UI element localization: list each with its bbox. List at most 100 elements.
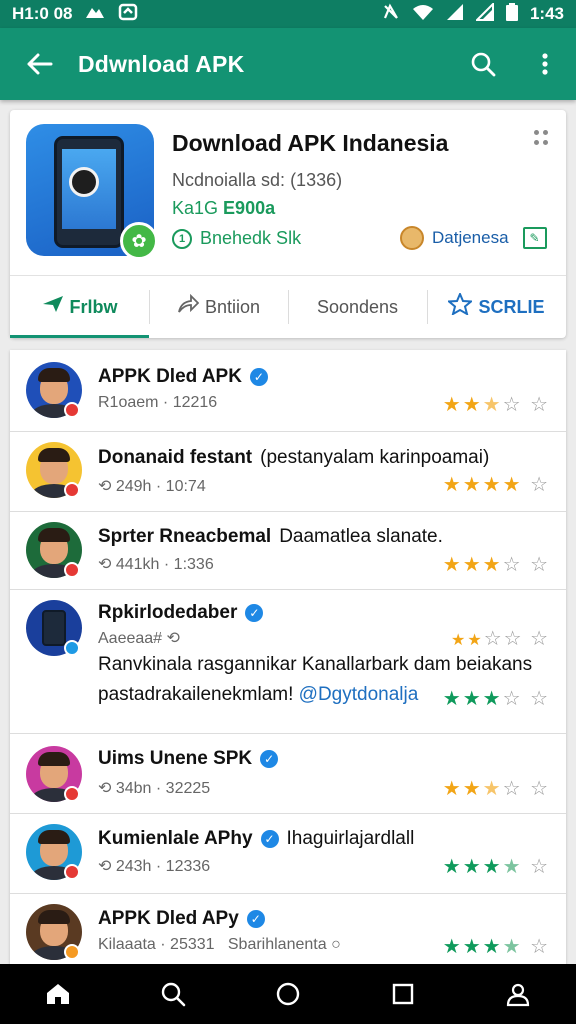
star-icon: ★ (482, 554, 503, 576)
bottom-nav-bar (0, 964, 576, 1024)
grid-menu-icon[interactable] (534, 130, 550, 146)
tab-label: Frlbw (69, 296, 118, 317)
share-icon (177, 293, 200, 320)
star-icon: ★ (502, 936, 523, 958)
search-icon (161, 982, 186, 1007)
star-icon: ★ (442, 554, 463, 576)
battery-icon (505, 2, 518, 26)
list-item[interactable]: Donanaid festant (pestanyalam karinpoama… (10, 432, 566, 512)
tab-sounds[interactable]: Soondens (288, 276, 427, 338)
phone-icon (42, 610, 66, 646)
square-icon (392, 983, 414, 1005)
list-item[interactable]: APPK Dled APy ✓ Kilaaata · 25331 Sbarihl… (10, 894, 566, 966)
avatar-badge (64, 402, 80, 418)
share-icon: ⟲ (166, 630, 180, 647)
nfc-icon (382, 3, 400, 26)
info-icon: 1 (172, 228, 192, 249)
rating-stars: ★★★☆ ☆ (443, 776, 550, 801)
star-outline-icon[interactable]: ☆ (530, 856, 550, 878)
star-icon: ★ (462, 474, 483, 496)
list-item[interactable]: Kumienlale APhy ✓ Ihaguirlajardlall ⟲ 24… (10, 814, 566, 894)
wifi-icon (412, 3, 434, 26)
mention-link[interactable]: @Dgytdonalja (299, 684, 419, 705)
star-icon: ☆ (502, 778, 523, 800)
star-icon: ★ (442, 688, 463, 710)
list-item[interactable]: Rpkirlodedaber ✓ Aaeeaa# ⟲ ★★☆☆ ☆ Ranvki… (10, 590, 566, 734)
tab-share[interactable]: Bntiion (149, 276, 288, 338)
star-outline-icon[interactable]: ☆ (530, 778, 550, 800)
star-icon: ★ (462, 936, 483, 958)
item-meta: ⟲ 249h · 10:74 (98, 478, 206, 495)
star-icon: ★ (462, 688, 483, 710)
item-title: APPK Dled APy ✓ (98, 908, 265, 930)
more-vert-icon (542, 53, 548, 75)
rating-stars: ★★★★ ☆ (443, 934, 550, 959)
overflow-menu-button[interactable] (514, 28, 576, 100)
star-icon: ☆ (483, 628, 504, 650)
verified-icon: ✓ (260, 750, 279, 768)
star-outline-icon[interactable]: ☆ (530, 628, 550, 650)
download-notification-icon (118, 3, 138, 26)
clock-icon: ○ (331, 936, 341, 953)
tab-label: SCRLIE (478, 296, 545, 317)
status-time: H1:0 08 (12, 4, 73, 23)
phone-graphic (54, 136, 124, 248)
arrow-left-icon (27, 53, 53, 75)
rating-stars: ★★★☆ ☆ (443, 552, 550, 577)
verified-icon: ✓ (246, 910, 265, 928)
share-icon: ⟲ (98, 780, 112, 797)
nav-profile-button[interactable] (488, 964, 548, 1024)
star-icon: ☆ (502, 688, 523, 710)
tab-star[interactable]: SCRLIE (427, 276, 566, 338)
status-bar: H1:0 08 1:43 (0, 0, 576, 28)
tab-bar: Frlbw Bntiion Soondens SCRLIE (10, 276, 566, 338)
star-icon: ★ (462, 554, 483, 576)
star-icon (446, 291, 475, 321)
star-outline-icon[interactable]: ☆ (530, 394, 550, 416)
circle-icon (276, 982, 300, 1006)
profile-icon (507, 983, 530, 1007)
search-button[interactable] (452, 28, 514, 100)
developer-link[interactable]: Datjenesa ✎ (400, 226, 547, 250)
developer-name: Datjenesa (432, 228, 509, 247)
item-meta: ⟲ 34bn · 32225 (98, 780, 211, 797)
star-icon: ★ (442, 394, 463, 416)
search-icon (471, 52, 496, 77)
item-title: Donanaid festant (pestanyalam karinpoama… (98, 447, 490, 468)
list-item[interactable]: APPK Dled APK ✓ R1oaem · 12216 ★★★☆ ☆ (10, 350, 566, 432)
star-outline-icon[interactable]: ☆ (530, 688, 550, 710)
rating-stars: ★★★★ ☆ (443, 854, 550, 879)
app-icon[interactable]: ✿ (26, 124, 158, 260)
star-icon: ★ (482, 778, 503, 800)
star-outline-icon[interactable]: ☆ (530, 474, 550, 496)
status-left: H1:0 08 (12, 3, 138, 26)
nav-search-button[interactable] (143, 964, 203, 1024)
star-icon: ★ (482, 474, 503, 496)
bug-icon (69, 167, 99, 197)
item-title: Rpkirlodedaber ✓ (98, 602, 264, 624)
tab-follow[interactable]: Frlbw (10, 276, 149, 338)
nav-recents-button[interactable] (373, 964, 433, 1024)
home-icon (46, 984, 69, 1004)
info-row[interactable]: 1 Bnehedk Slk (172, 228, 301, 249)
star-icon: ★ (462, 778, 483, 800)
back-button[interactable] (0, 28, 78, 100)
list-item[interactable]: Sprter Rneacbemal Daamatlea slanate. ⟲ 4… (10, 512, 566, 590)
app-bar: Ddwnload APK (0, 28, 576, 100)
star-icon: ★ (502, 856, 523, 878)
app-badge-icon: ✿ (120, 222, 158, 260)
avatar-badge (64, 786, 80, 802)
list-item[interactable]: Uims Unene SPK ✓ ⟲ 34bn · 32225 ★★★☆ ☆ (10, 734, 566, 814)
nav-home-button[interactable] (28, 964, 88, 1024)
nav-home-circle-button[interactable] (258, 964, 318, 1024)
status-right: 1:43 (382, 1, 564, 26)
rating-stars: ★★☆☆ ☆ (451, 626, 550, 651)
app-title: Download APK Indanesia (172, 130, 449, 156)
app-size: Ka1G E900a (172, 198, 275, 219)
star-icon: ☆ (502, 554, 523, 576)
edit-icon[interactable]: ✎ (522, 227, 547, 249)
star-outline-icon[interactable]: ☆ (530, 554, 550, 576)
star-outline-icon[interactable]: ☆ (530, 936, 550, 958)
send-icon (42, 294, 64, 320)
notification-icon (84, 3, 106, 26)
